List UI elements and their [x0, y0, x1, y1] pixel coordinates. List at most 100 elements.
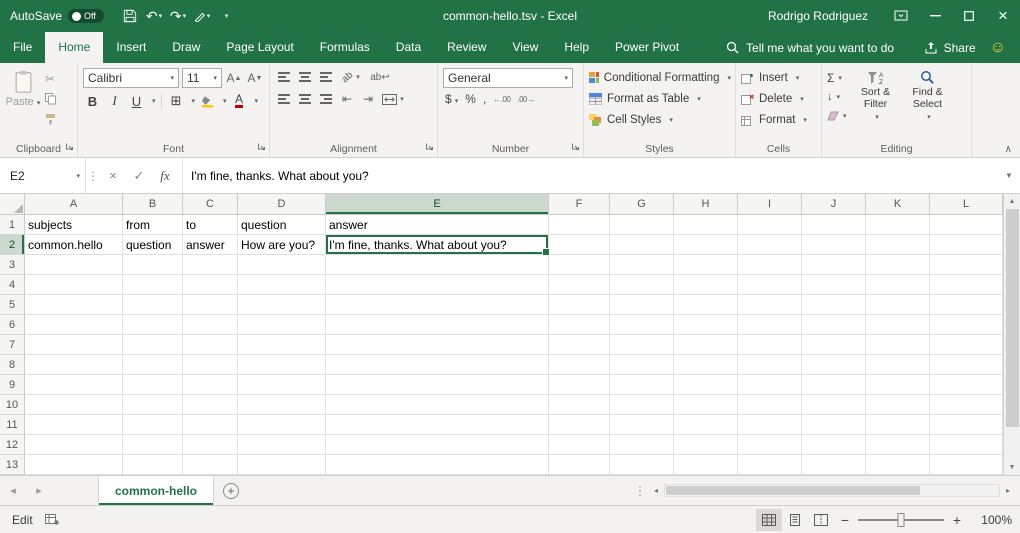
enter-button[interactable]: ✓ — [126, 168, 152, 184]
column-header-C[interactable]: C — [183, 194, 238, 215]
cell-F5[interactable] — [549, 295, 610, 315]
cell-I1[interactable] — [738, 215, 802, 235]
cell-C10[interactable] — [183, 395, 238, 415]
cell-D7[interactable] — [238, 335, 326, 355]
cell-D9[interactable] — [238, 375, 326, 395]
cell-F6[interactable] — [549, 315, 610, 335]
row-header-13[interactable]: 13 — [0, 455, 25, 475]
zoom-thumb[interactable] — [898, 513, 905, 527]
cell-I8[interactable] — [738, 355, 802, 375]
cell-J12[interactable] — [802, 435, 866, 455]
cell-B13[interactable] — [123, 455, 183, 475]
ribbon-tab-help[interactable]: Help — [551, 32, 602, 63]
formula-bar-splitter[interactable]: ⋮ — [86, 158, 100, 193]
cell-B8[interactable] — [123, 355, 183, 375]
cell-E12[interactable] — [326, 435, 549, 455]
number-dialog-launcher[interactable] — [571, 140, 580, 154]
cell-E4[interactable] — [326, 275, 549, 295]
italic-button[interactable]: I — [105, 92, 124, 110]
borders-button[interactable]: ⊞ — [167, 92, 186, 110]
cell-H10[interactable] — [674, 395, 738, 415]
row-header-9[interactable]: 9 — [0, 375, 25, 395]
zoom-slider[interactable] — [858, 511, 944, 529]
cell-B4[interactable] — [123, 275, 183, 295]
cell-C12[interactable] — [183, 435, 238, 455]
cell-F11[interactable] — [549, 415, 610, 435]
number-format-select[interactable]: General▾ — [443, 68, 573, 88]
close-button[interactable]: × — [986, 0, 1020, 32]
font-dialog-launcher[interactable] — [257, 140, 266, 154]
bold-button[interactable]: B — [83, 92, 102, 110]
ribbon-tab-formulas[interactable]: Formulas — [307, 32, 383, 63]
cell-H11[interactable] — [674, 415, 738, 435]
cell-L8[interactable] — [930, 355, 1003, 375]
cell-A4[interactable] — [25, 275, 123, 295]
cell-C11[interactable] — [183, 415, 238, 435]
ribbon-tab-data[interactable]: Data — [383, 32, 434, 63]
cell-E7[interactable] — [326, 335, 549, 355]
cell-I2[interactable] — [738, 235, 802, 255]
cell-L1[interactable] — [930, 215, 1003, 235]
cell-K6[interactable] — [866, 315, 930, 335]
previous-sheet-button[interactable]: ◂ — [0, 476, 26, 505]
cell-A7[interactable] — [25, 335, 123, 355]
cell-G13[interactable] — [610, 455, 674, 475]
cell-D4[interactable] — [238, 275, 326, 295]
cell-H4[interactable] — [674, 275, 738, 295]
clear-button[interactable]: ▾ — [827, 107, 847, 124]
new-sheet-button[interactable]: + — [214, 476, 248, 505]
cell-J9[interactable] — [802, 375, 866, 395]
sheet-tab-common-hello[interactable]: common-hello — [98, 476, 214, 505]
normal-view-button[interactable] — [756, 509, 782, 531]
cell-G6[interactable] — [610, 315, 674, 335]
cell-C7[interactable] — [183, 335, 238, 355]
page-layout-view-button[interactable] — [782, 509, 808, 531]
column-header-K[interactable]: K — [866, 194, 930, 215]
cell-A13[interactable] — [25, 455, 123, 475]
cell-B1[interactable]: from — [123, 215, 183, 235]
accounting-format-button[interactable]: $▾ — [445, 92, 458, 106]
cell-F3[interactable] — [549, 255, 610, 275]
cell-C5[interactable] — [183, 295, 238, 315]
cell-A1[interactable]: subjects — [25, 215, 123, 235]
align-left-button[interactable] — [275, 90, 293, 108]
increase-indent-button[interactable]: ⇥ — [359, 90, 377, 108]
ribbon-tab-page-layout[interactable]: Page Layout — [213, 32, 306, 63]
cell-F8[interactable] — [549, 355, 610, 375]
cell-C1[interactable]: to — [183, 215, 238, 235]
tab-bar-splitter[interactable]: ⋮ — [632, 476, 648, 505]
share-button[interactable]: Share — [924, 32, 976, 63]
cell-K8[interactable] — [866, 355, 930, 375]
horizontal-scrollbar[interactable]: ◂ ▸ — [648, 476, 1020, 505]
orientation-button[interactable]: ab▾ — [338, 68, 364, 86]
column-header-A[interactable]: A — [25, 194, 123, 215]
cell-B3[interactable] — [123, 255, 183, 275]
cell-L4[interactable] — [930, 275, 1003, 295]
collapse-ribbon-button[interactable]: ∧ — [1005, 144, 1012, 155]
row-header-6[interactable]: 6 — [0, 315, 25, 335]
column-header-B[interactable]: B — [123, 194, 183, 215]
alignment-dialog-launcher[interactable] — [425, 140, 434, 154]
row-header-3[interactable]: 3 — [0, 255, 25, 275]
expand-formula-bar-button[interactable]: ▼ — [998, 158, 1020, 193]
cell-K11[interactable] — [866, 415, 930, 435]
cell-G3[interactable] — [610, 255, 674, 275]
cell-H7[interactable] — [674, 335, 738, 355]
cell-F1[interactable] — [549, 215, 610, 235]
cell-A8[interactable] — [25, 355, 123, 375]
vertical-scroll-thumb[interactable] — [1006, 209, 1019, 427]
cell-H6[interactable] — [674, 315, 738, 335]
cell-K3[interactable] — [866, 255, 930, 275]
align-middle-button[interactable] — [296, 68, 314, 86]
cell-K5[interactable] — [866, 295, 930, 315]
cell-C4[interactable] — [183, 275, 238, 295]
row-header-12[interactable]: 12 — [0, 435, 25, 455]
select-all-button[interactable] — [0, 194, 25, 215]
cell-H2[interactable] — [674, 235, 738, 255]
next-sheet-button[interactable]: ▸ — [26, 476, 52, 505]
paste-button[interactable]: Paste▾ — [5, 68, 41, 141]
horizontal-scroll-track[interactable] — [664, 484, 1000, 497]
find-select-button[interactable]: Find & Select ▾ — [905, 68, 951, 141]
row-header-11[interactable]: 11 — [0, 415, 25, 435]
tell-me-box[interactable]: Tell me what you want to do — [726, 32, 894, 63]
